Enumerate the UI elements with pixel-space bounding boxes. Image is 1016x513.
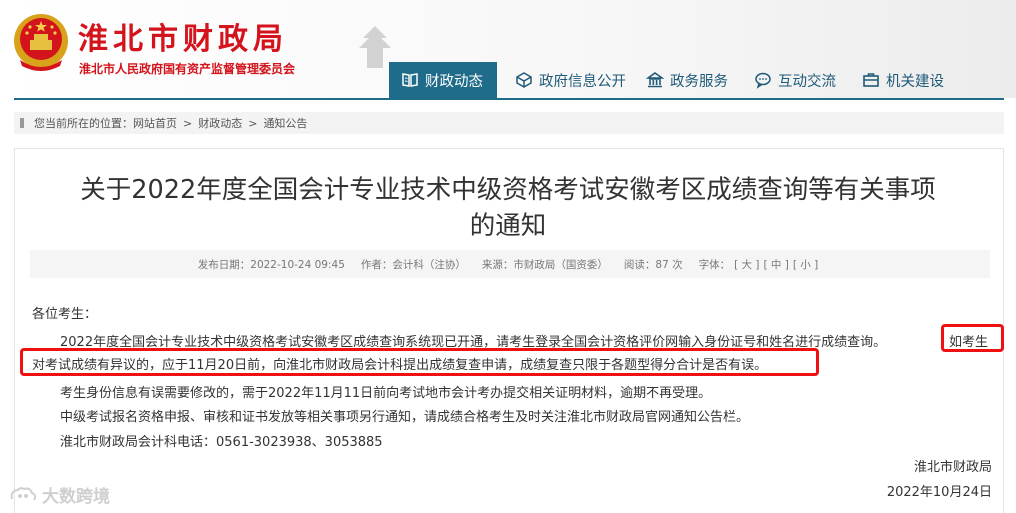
meta-source: 来源：市财政局（国资委） xyxy=(481,258,608,271)
building-icon xyxy=(646,71,664,89)
article-title-line1: 关于2022年度全国会计专业技术中级资格考试安徽考区成绩查询等有关事项 xyxy=(80,175,936,205)
nav-item-org-building[interactable]: 机关建设 xyxy=(862,62,944,98)
highlight-box xyxy=(20,348,819,376)
breadcrumb-prefix: 您当前所在的位置： xyxy=(34,117,133,130)
article-title: 关于2022年度全国会计专业技术中级资格考试安徽考区成绩查询等有关事项 的通知 xyxy=(20,172,996,244)
article-greeting: 各位考生： xyxy=(32,307,98,322)
watermark-text: 大数跨境 xyxy=(42,487,110,507)
breadcrumb-link-notices[interactable]: 通知公告 xyxy=(263,115,307,131)
nav-label: 机关建设 xyxy=(886,73,944,90)
site-header: 淮北市财政局 淮北市人民政府国有资产监督管理委员会 财政动态 政府信息公开 政务… xyxy=(0,0,1016,98)
signature-date: 2022年10月24日 xyxy=(886,485,992,500)
chat-icon xyxy=(754,71,772,89)
breadcrumb-link-home[interactable]: 网站首页 xyxy=(133,115,177,131)
meta-views: 阅读：87 次 xyxy=(623,258,683,271)
nav-item-interaction[interactable]: 互动交流 xyxy=(754,62,836,98)
breadcrumb-separator: > xyxy=(183,116,193,130)
breadcrumb-separator: > xyxy=(248,116,258,130)
breadcrumb-marker-icon xyxy=(20,118,24,128)
highlight-box xyxy=(941,324,1004,352)
article-meta: 发布日期：2022-10-24 09:45 作者：会计科（注协） 来源：市财政局… xyxy=(30,250,990,278)
site-subtitle: 淮北市人民政府国有资产监督管理委员会 xyxy=(79,62,296,76)
article-paragraph-4: 淮北市财政局会计科电话：0561-3023938、3053885 xyxy=(60,435,383,450)
header-divider xyxy=(14,98,1004,100)
watermark-logo-icon xyxy=(10,486,37,501)
font-size-large-button[interactable]: [ 大 ] xyxy=(734,257,759,272)
meta-font-label: 字体： xyxy=(698,258,731,271)
breadcrumb-link-finance-news[interactable]: 财政动态 xyxy=(198,115,242,131)
meta-author: 作者：会计科（注协） xyxy=(360,258,466,271)
site-title: 淮北市财政局 xyxy=(78,22,288,57)
main-nav: 财政动态 政府信息公开 政务服务 互动交流 机关建设 xyxy=(389,62,944,98)
nav-label: 政务服务 xyxy=(670,73,728,90)
nav-item-gov-services[interactable]: 政务服务 xyxy=(646,62,728,98)
font-size-small-button[interactable]: [ 小 ] xyxy=(793,257,818,272)
signature-org: 淮北市财政局 xyxy=(913,460,992,475)
watermark: 大数跨境 xyxy=(8,482,110,507)
nav-label: 财政动态 xyxy=(425,73,483,90)
nav-label: 政府信息公开 xyxy=(539,73,626,90)
breadcrumb: 您当前所在的位置： 网站首页 > 财政动态 > 通知公告 xyxy=(14,112,1004,134)
font-size-medium-button[interactable]: [ 中 ] xyxy=(763,257,788,272)
article-paragraph-2: 考生身份信息有误需要修改的，需于2022年11月11日前向考试地市会计考办提交相… xyxy=(60,386,712,401)
meta-date: 发布日期：2022-10-24 09:45 xyxy=(197,258,345,271)
cube-icon xyxy=(515,71,533,89)
nav-label: 互动交流 xyxy=(778,73,836,90)
national-emblem-icon xyxy=(14,14,68,71)
briefcase-icon xyxy=(862,71,880,89)
book-icon xyxy=(401,71,419,89)
article-title-line2: 的通知 xyxy=(469,211,547,241)
nav-item-gov-info[interactable]: 政府信息公开 xyxy=(515,62,626,98)
nav-item-finance-news[interactable]: 财政动态 xyxy=(389,62,497,98)
article-paragraph-3: 中级考试报名资格申报、审核和证书发放等相关事项另行通知，请成绩合格考生及时关注淮… xyxy=(60,410,750,425)
